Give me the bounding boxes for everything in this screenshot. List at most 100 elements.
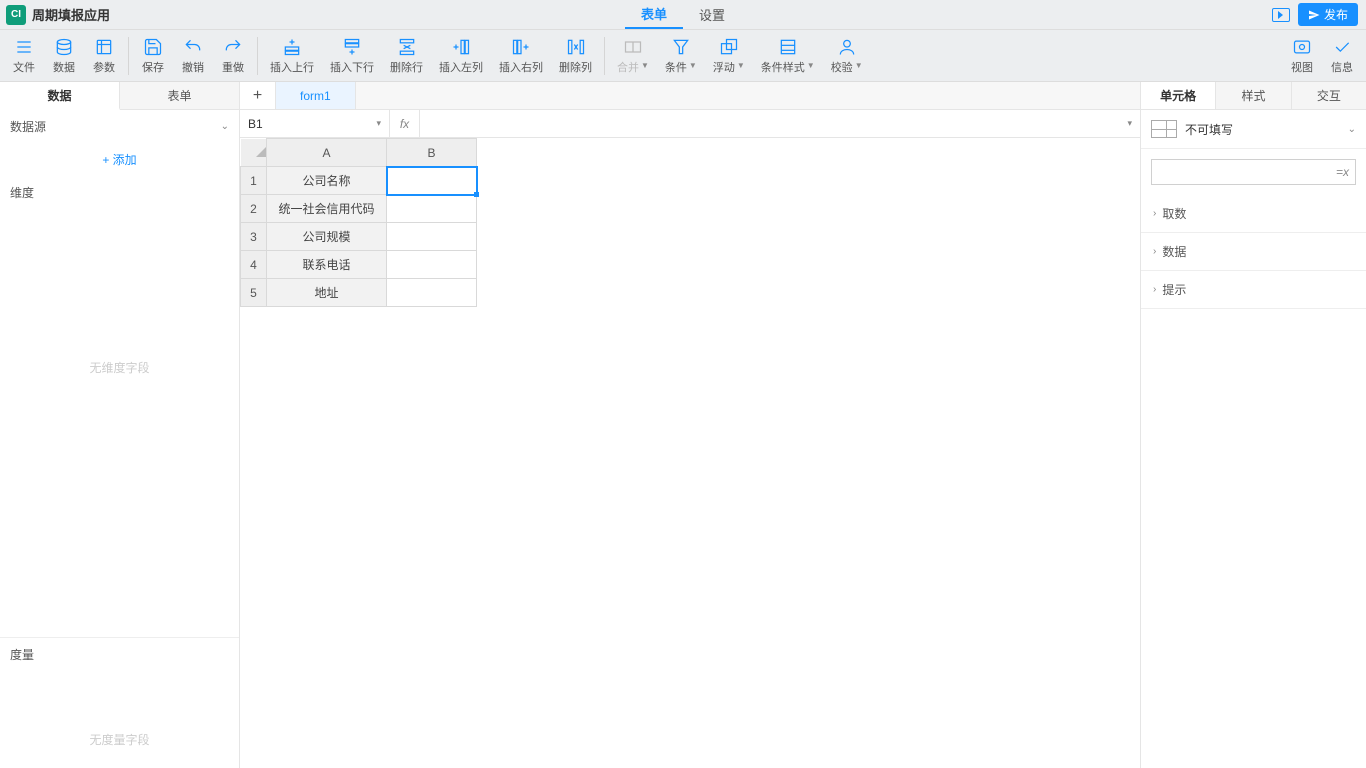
- app-title: 周期填报应用: [32, 5, 110, 24]
- no-measure-placeholder: 无度量字段: [0, 671, 239, 768]
- preview-icon[interactable]: [1272, 8, 1290, 22]
- tool-ins-row-below-label: 插入下行: [330, 59, 374, 75]
- tool-insert-row-above[interactable]: 插入上行: [262, 30, 322, 81]
- tool-delete-col[interactable]: 删除列: [551, 30, 600, 81]
- tool-ins-col-left-label: 插入左列: [439, 59, 483, 75]
- row-header-1[interactable]: 1: [241, 167, 267, 195]
- left-tab-form[interactable]: 表单: [120, 82, 239, 109]
- tab-settings[interactable]: 设置: [683, 0, 741, 29]
- tool-cond-style[interactable]: 条件样式▼: [753, 30, 823, 81]
- measure-label: 度量: [10, 646, 34, 663]
- tool-params[interactable]: 参数: [84, 30, 124, 81]
- cell-b5[interactable]: [387, 279, 477, 307]
- measure-section-header: 度量: [0, 637, 239, 671]
- right-tab-interact[interactable]: 交互: [1292, 82, 1366, 109]
- section-fetch[interactable]: › 取数: [1141, 195, 1366, 233]
- sheet-tab-form1[interactable]: form1: [276, 82, 356, 109]
- tool-validate[interactable]: 校验▼: [823, 30, 871, 81]
- right-panel: 单元格 样式 交互 不可填写 ⌄ =x › 取数 › 数据 ›提示: [1141, 82, 1366, 768]
- cell-reference-box[interactable]: B1 ▾: [240, 110, 390, 137]
- datasource-section-header[interactable]: 数据源 ⌄: [0, 110, 239, 143]
- row-header-2[interactable]: 2: [241, 195, 267, 223]
- chevron-right-icon: ›: [1153, 208, 1156, 219]
- chevron-down-icon[interactable]: ⌄: [221, 121, 229, 132]
- no-dimension-placeholder: 无维度字段: [0, 359, 239, 376]
- tool-insert-col-right[interactable]: 插入右列: [491, 30, 551, 81]
- cell-a2[interactable]: 统一社会信用代码: [267, 195, 387, 223]
- spreadsheet-grid[interactable]: A B 1 公司名称 2 统一社会信用代码 3 公司规模: [240, 138, 1140, 768]
- left-tab-data[interactable]: 数据: [0, 82, 120, 110]
- section-hint[interactable]: ›提示: [1141, 271, 1366, 309]
- tool-params-label: 参数: [93, 59, 115, 75]
- tool-save[interactable]: 保存: [133, 30, 173, 81]
- datasource-label: 数据源: [10, 118, 46, 135]
- right-tab-style[interactable]: 样式: [1216, 82, 1291, 109]
- tool-info[interactable]: 信息: [1322, 30, 1362, 81]
- cell-a5[interactable]: 地址: [267, 279, 387, 307]
- add-sheet-button[interactable]: +: [240, 82, 276, 109]
- chevron-down-icon[interactable]: ⌄: [1348, 124, 1356, 135]
- tool-merge-label: 合并: [617, 59, 639, 75]
- publish-button[interactable]: 发布: [1298, 3, 1358, 26]
- tool-insert-row-below[interactable]: 插入下行: [322, 30, 382, 81]
- section-fetch-label: 取数: [1162, 205, 1186, 222]
- col-header-a[interactable]: A: [267, 139, 387, 167]
- publish-label: 发布: [1324, 6, 1348, 23]
- section-data[interactable]: › 数据: [1141, 233, 1366, 271]
- chevron-down-icon[interactable]: ▾: [1127, 118, 1132, 129]
- tool-float[interactable]: 浮动▼: [705, 30, 753, 81]
- main-area: 数据 表单 数据源 ⌄ + 添加 维度 无维度字段 度量 无度量字段 + for…: [0, 82, 1366, 768]
- section-data-label: 数据: [1162, 243, 1186, 260]
- top-bar: CI 周期填报应用 表单 设置 发布: [0, 0, 1366, 30]
- row-header-5[interactable]: 5: [241, 279, 267, 307]
- fill-type-row[interactable]: 不可填写 ⌄: [1141, 110, 1366, 149]
- tool-undo[interactable]: 撤销: [173, 30, 213, 81]
- toolbar: 文件 数据 参数 保存 撤销 重做 插入上行 插入下行 删除行 插入左列 插入右…: [0, 30, 1366, 82]
- send-icon: [1308, 9, 1320, 21]
- row-header-4[interactable]: 4: [241, 251, 267, 279]
- tool-file-label: 文件: [13, 59, 35, 75]
- cell-type-icon: [1151, 120, 1177, 138]
- cell-a3[interactable]: 公司规模: [267, 223, 387, 251]
- tab-form[interactable]: 表单: [625, 0, 683, 29]
- dimension-label: 维度: [10, 184, 34, 201]
- add-datasource-button[interactable]: + 添加: [0, 143, 239, 176]
- expression-placeholder: =x: [1336, 165, 1349, 179]
- col-header-b[interactable]: B: [387, 139, 477, 167]
- cell-a1[interactable]: 公司名称: [267, 167, 387, 195]
- tool-ins-col-right-label: 插入右列: [499, 59, 543, 75]
- cell-b3[interactable]: [387, 223, 477, 251]
- tool-view-label: 视图: [1291, 59, 1313, 75]
- cell-b1[interactable]: [387, 167, 477, 195]
- right-tab-cell[interactable]: 单元格: [1141, 82, 1216, 109]
- expression-input[interactable]: =x: [1151, 159, 1356, 185]
- tool-del-col-label: 删除列: [559, 59, 592, 75]
- sheet-tabs: + form1: [240, 82, 1140, 110]
- fx-icon[interactable]: fx: [390, 110, 420, 137]
- right-panel-tabs: 单元格 样式 交互: [1141, 82, 1366, 110]
- chevron-right-icon: ›: [1153, 246, 1156, 257]
- tool-merge[interactable]: 合并▼: [609, 30, 657, 81]
- tool-insert-col-left[interactable]: 插入左列: [431, 30, 491, 81]
- formula-input[interactable]: ▾: [420, 110, 1140, 137]
- chevron-down-icon[interactable]: ▾: [376, 118, 381, 129]
- row-header-3[interactable]: 3: [241, 223, 267, 251]
- section-hint-label: 提示: [1162, 281, 1186, 298]
- tool-redo[interactable]: 重做: [213, 30, 253, 81]
- tool-validate-label: 校验: [831, 59, 853, 75]
- tool-file[interactable]: 文件: [4, 30, 44, 81]
- cell-a4[interactable]: 联系电话: [267, 251, 387, 279]
- tool-cond-style-label: 条件样式: [761, 59, 805, 75]
- tool-view[interactable]: 视图: [1282, 30, 1322, 81]
- tool-condition[interactable]: 条件▼: [657, 30, 705, 81]
- tool-ins-row-above-label: 插入上行: [270, 59, 314, 75]
- toolbar-separator: [257, 37, 258, 75]
- cell-b4[interactable]: [387, 251, 477, 279]
- select-all-corner[interactable]: [241, 139, 267, 167]
- cell-b2[interactable]: [387, 195, 477, 223]
- tool-delete-row[interactable]: 删除行: [382, 30, 431, 81]
- tool-data[interactable]: 数据: [44, 30, 84, 81]
- tool-condition-label: 条件: [665, 59, 687, 75]
- app-logo: CI: [6, 5, 26, 25]
- tool-info-label: 信息: [1331, 59, 1353, 75]
